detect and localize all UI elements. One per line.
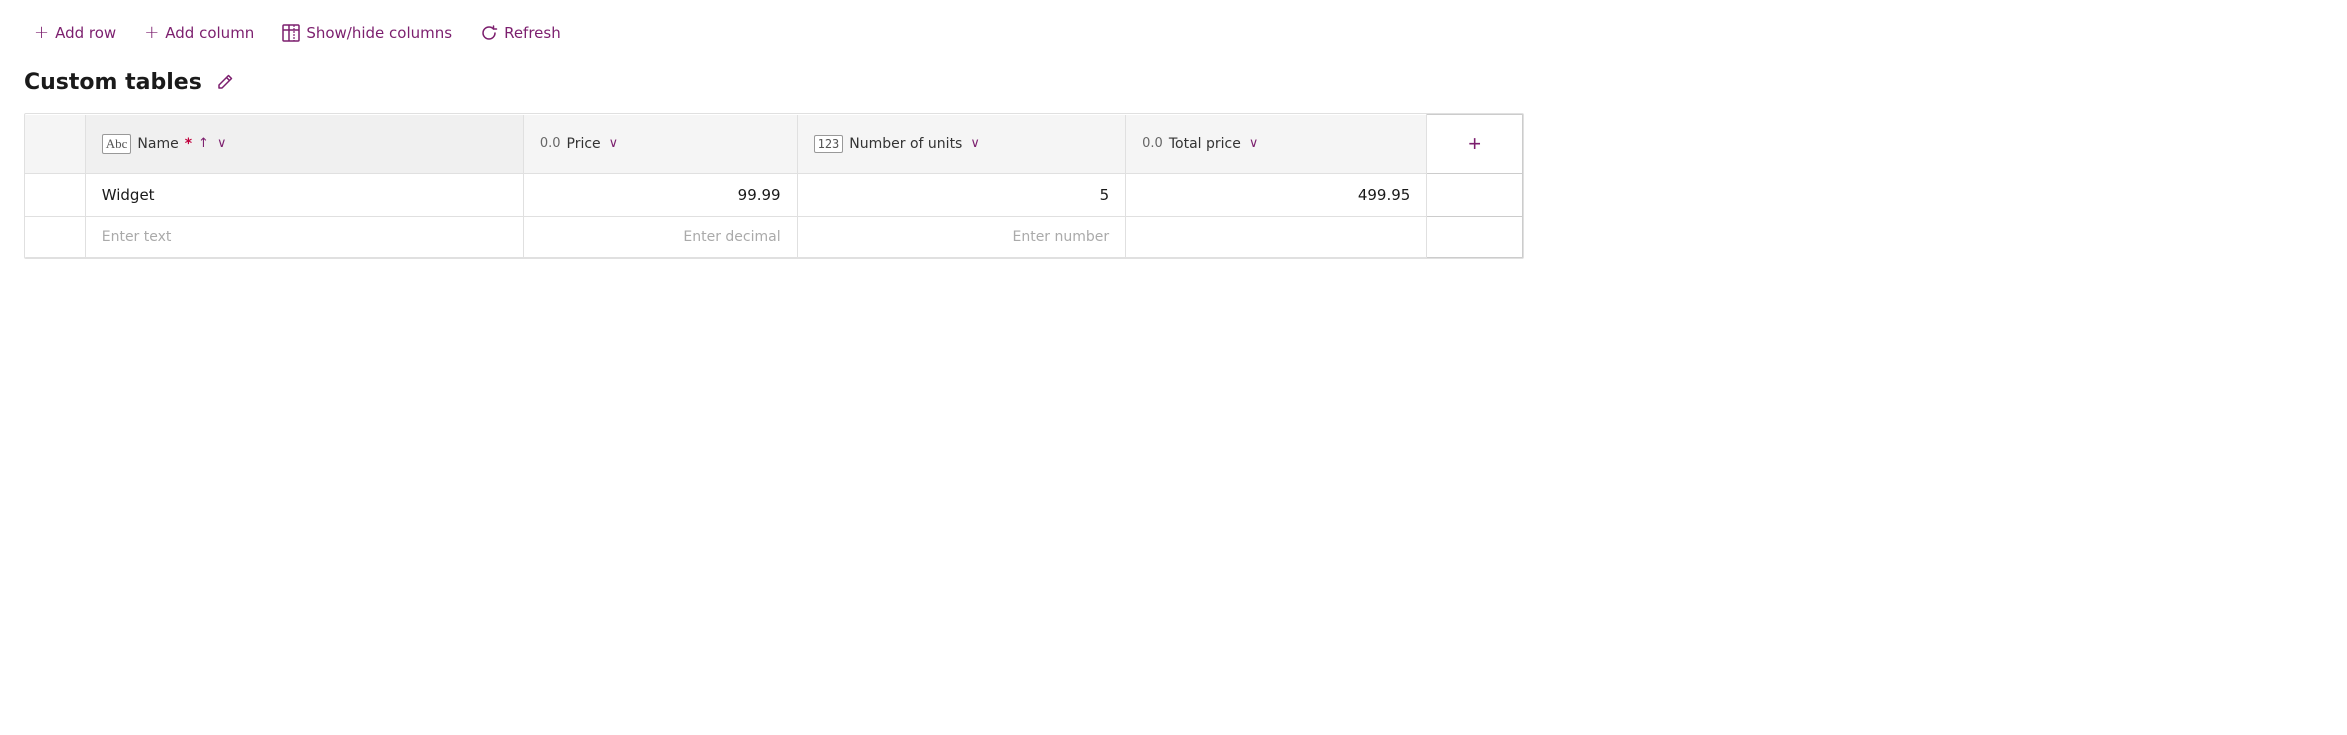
price-value: 99.99 (738, 186, 781, 204)
new-row: Enter text Enter decimal Enter number (25, 217, 1523, 258)
add-column-label: Add column (165, 24, 254, 42)
total-prefix: 0.0 (1142, 136, 1163, 151)
total-col-label: Total price (1169, 136, 1241, 152)
total-col-header-inner[interactable]: 0.0 Total price ∨ (1142, 136, 1410, 152)
row-select-header (25, 115, 85, 174)
price-col-header-inner[interactable]: 0.0 Price ∨ (540, 136, 781, 152)
total-cell[interactable]: 499.95 (1126, 174, 1427, 217)
units-col-header-inner[interactable]: 123 Number of units ∨ (814, 135, 1110, 153)
new-row-units-placeholder: Enter number (1012, 229, 1109, 245)
new-row-select-cell (25, 217, 85, 258)
chevron-down-icon[interactable]: ∨ (217, 136, 227, 151)
show-hide-label: Show/hide columns (306, 24, 452, 42)
add-column-button[interactable]: + Add column (134, 16, 264, 49)
edit-title-button[interactable] (212, 69, 238, 95)
plus-icon-col: + (144, 22, 159, 43)
new-row-units-cell[interactable]: Enter number (797, 217, 1126, 258)
required-indicator: * (185, 136, 192, 152)
add-column-header[interactable]: + (1427, 115, 1523, 174)
column-header-price[interactable]: 0.0 Price ∨ (523, 115, 797, 174)
name-col-label: Name (137, 136, 178, 152)
refresh-icon (480, 22, 498, 43)
chevron-down-units-icon[interactable]: ∨ (970, 136, 980, 151)
units-col-label: Number of units (849, 136, 962, 152)
table-header-row: Abc Name * ↑ ∨ 0.0 Price ∨ (25, 115, 1523, 174)
new-row-name-placeholder: Enter text (102, 229, 172, 245)
show-hide-columns-button[interactable]: Show/hide columns (272, 16, 462, 49)
pencil-icon (216, 73, 234, 91)
price-cell[interactable]: 99.99 (523, 174, 797, 217)
table-row: Widget 99.99 5 499.95 (25, 174, 1523, 217)
add-row-label: Add row (55, 24, 116, 42)
plus-icon: + (34, 22, 49, 43)
new-row-total-cell (1126, 217, 1427, 258)
price-prefix: 0.0 (540, 136, 561, 151)
new-row-price-placeholder: Enter decimal (683, 229, 780, 245)
add-column-header-button[interactable]: + (1456, 127, 1493, 161)
units-value: 5 (1100, 186, 1110, 204)
refresh-label: Refresh (504, 24, 561, 42)
name-value: Widget (102, 186, 155, 204)
name-cell[interactable]: Widget (85, 174, 523, 217)
column-header-units[interactable]: 123 Number of units ∨ (797, 115, 1126, 174)
name-col-header-inner[interactable]: Abc Name * ↑ ∨ (102, 134, 507, 154)
price-col-label: Price (567, 136, 601, 152)
add-row-button[interactable]: + Add row (24, 16, 126, 49)
sort-asc-icon[interactable]: ↑ (198, 136, 209, 151)
num-icon: 123 (814, 135, 844, 153)
total-value: 499.95 (1358, 186, 1411, 204)
units-cell[interactable]: 5 (797, 174, 1126, 217)
page-title: Custom tables (24, 70, 202, 95)
row-add-col-cell (1427, 174, 1523, 217)
custom-tables-table: Abc Name * ↑ ∨ 0.0 Price ∨ (24, 113, 1524, 259)
table-icon (282, 22, 300, 43)
column-header-name[interactable]: Abc Name * ↑ ∨ (85, 115, 523, 174)
abc-icon: Abc (102, 134, 132, 154)
refresh-button[interactable]: Refresh (470, 16, 571, 49)
row-select-cell (25, 174, 85, 217)
chevron-down-price-icon[interactable]: ∨ (609, 136, 619, 151)
new-row-price-cell[interactable]: Enter decimal (523, 217, 797, 258)
column-header-total[interactable]: 0.0 Total price ∨ (1126, 115, 1427, 174)
page-title-row: Custom tables (24, 69, 2323, 95)
new-row-name-cell[interactable]: Enter text (85, 217, 523, 258)
new-row-add-col-cell (1427, 217, 1523, 258)
data-table: Abc Name * ↑ ∨ 0.0 Price ∨ (25, 114, 1523, 258)
toolbar: + Add row + Add column Show/hide columns… (24, 16, 2323, 49)
chevron-down-total-icon[interactable]: ∨ (1249, 136, 1259, 151)
